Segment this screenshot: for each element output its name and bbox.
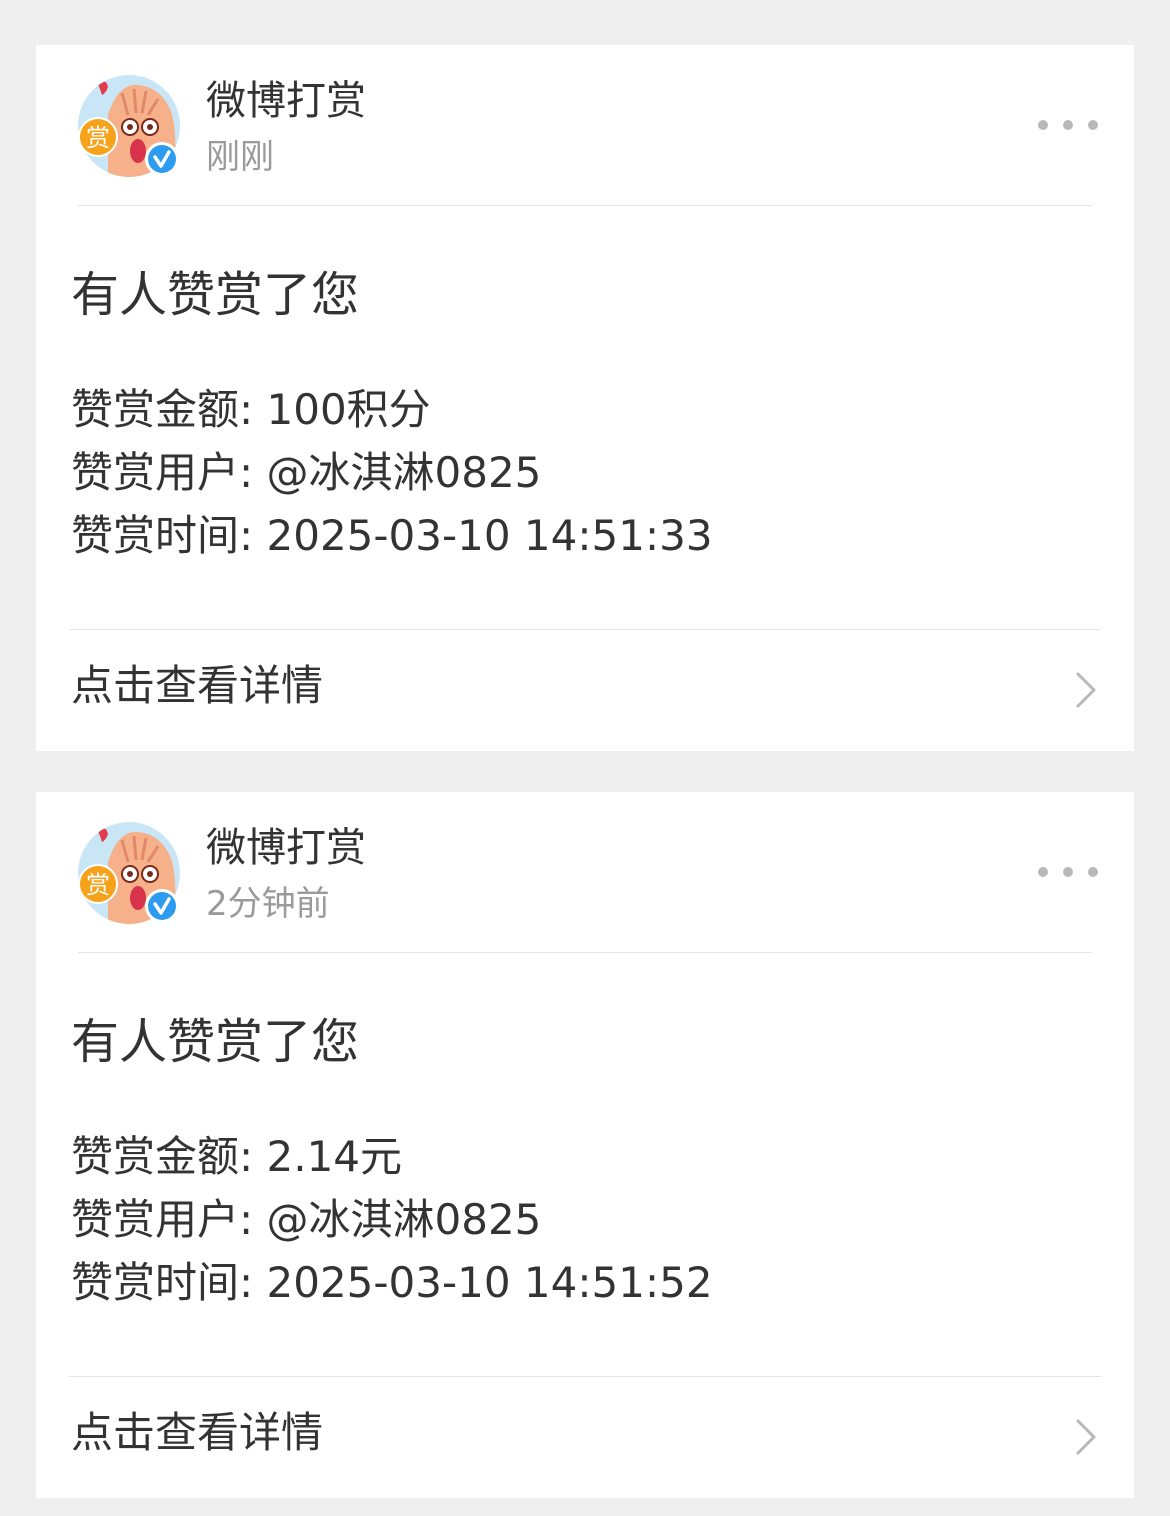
- sender-name[interactable]: 微博打赏: [206, 75, 366, 127]
- view-details-label: 点击查看详情: [71, 661, 324, 710]
- notification-title: 有人赞赏了您: [71, 267, 360, 323]
- reward-amount: 赞赏金额: 100积分: [71, 385, 431, 434]
- more-dots-icon: [1063, 120, 1073, 130]
- reward-time: 赞赏时间: 2025-03-10 14:51:33: [71, 511, 713, 560]
- reward-user: 赞赏用户: @冰淇淋0825: [71, 448, 542, 497]
- view-details-label: 点击查看详情: [71, 1408, 324, 1457]
- reward-time: 赞赏时间: 2025-03-10 14:51:52: [71, 1258, 713, 1307]
- verified-badge-icon: [145, 142, 179, 176]
- notification-card: 赏 微博打赏 2分钟前 有人赞赏了您 赞赏金额: 2.14元 赞赏用户: @冰淇…: [36, 792, 1134, 1498]
- more-dots-icon: [1088, 120, 1098, 130]
- view-details-link[interactable]: 点击查看详情: [36, 630, 1134, 751]
- more-dots-icon: [1038, 867, 1048, 877]
- reward-amount: 赞赏金额: 2.14元: [71, 1132, 403, 1181]
- view-details-link[interactable]: 点击查看详情: [36, 1377, 1134, 1498]
- sender-name[interactable]: 微博打赏: [206, 822, 366, 874]
- reward-user: 赞赏用户: @冰淇淋0825: [71, 1195, 542, 1244]
- more-dots-icon: [1063, 867, 1073, 877]
- verified-badge-icon: [145, 889, 179, 923]
- chevron-right-icon: [1076, 1419, 1096, 1455]
- more-dots-icon: [1038, 120, 1048, 130]
- divider: [78, 205, 1092, 206]
- notification-card: 赏 微博打赏 刚刚 有人赞赏了您 赞赏金额: 100积分 赞赏用户: @冰淇淋0…: [36, 45, 1134, 751]
- notification-title: 有人赞赏了您: [71, 1014, 360, 1070]
- more-dots-icon: [1088, 867, 1098, 877]
- divider: [78, 952, 1092, 953]
- avatar-badge-text: 赏: [86, 124, 110, 152]
- more-options-button[interactable]: [1038, 109, 1098, 141]
- post-time: 2分钟前: [206, 884, 330, 924]
- avatar-badge-text: 赏: [86, 871, 110, 899]
- chevron-right-icon: [1076, 672, 1096, 708]
- more-options-button[interactable]: [1038, 856, 1098, 888]
- post-time: 刚刚: [206, 137, 274, 177]
